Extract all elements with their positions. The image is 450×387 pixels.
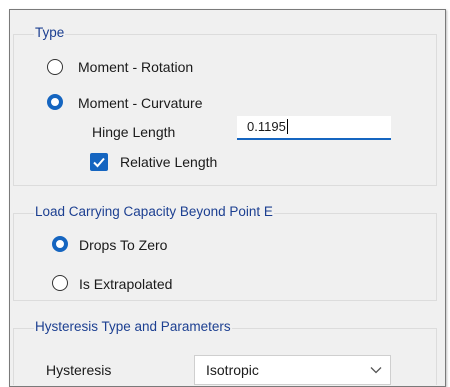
hinge-length-label: Hinge Length bbox=[92, 124, 176, 140]
hinge-length-value: 0.1195 bbox=[247, 119, 286, 134]
hysteresis-label: Hysteresis bbox=[46, 362, 112, 378]
moment-curvature-radio[interactable] bbox=[47, 94, 63, 110]
hinge-length-input[interactable]: 0.1195 bbox=[237, 116, 391, 140]
hysteresis-select[interactable]: Isotropic bbox=[194, 355, 391, 385]
text-caret bbox=[286, 119, 288, 134]
is-extrapolated-radio[interactable] bbox=[52, 275, 68, 291]
type-group-title: Type bbox=[34, 25, 66, 40]
drops-to-zero-radio[interactable] bbox=[52, 236, 68, 252]
drops-to-zero-label[interactable]: Drops To Zero bbox=[79, 237, 167, 253]
capacity-group bbox=[13, 213, 437, 301]
hysteresis-select-value: Isotropic bbox=[206, 362, 259, 378]
relative-length-checkbox[interactable] bbox=[90, 153, 108, 171]
capacity-group-title: Load Carrying Capacity Beyond Point E bbox=[34, 204, 274, 219]
hysteresis-group-title: Hysteresis Type and Parameters bbox=[34, 319, 232, 334]
moment-rotation-label[interactable]: Moment - Rotation bbox=[78, 59, 193, 75]
moment-rotation-radio[interactable] bbox=[47, 59, 63, 75]
relative-length-label[interactable]: Relative Length bbox=[120, 154, 217, 170]
checkmark-icon bbox=[93, 157, 105, 168]
chevron-down-icon bbox=[370, 367, 382, 374]
is-extrapolated-label[interactable]: Is Extrapolated bbox=[79, 276, 172, 292]
type-group bbox=[13, 34, 437, 186]
moment-curvature-label[interactable]: Moment - Curvature bbox=[78, 95, 202, 111]
